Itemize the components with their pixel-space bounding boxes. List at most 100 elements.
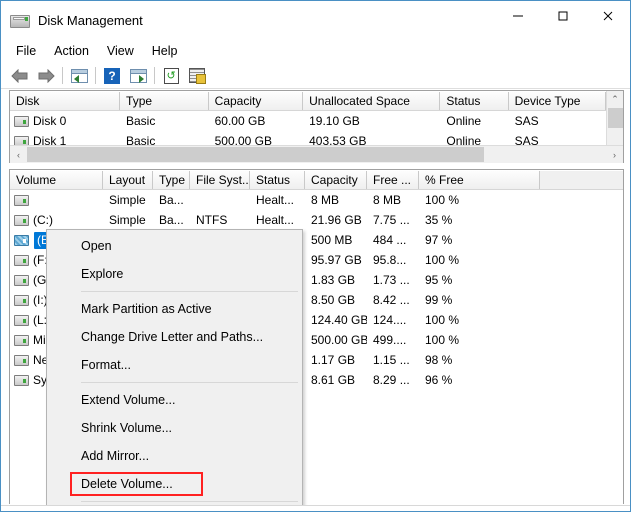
- toolbar-separator: [95, 67, 96, 84]
- volume-column-header[interactable]: Type: [153, 171, 190, 189]
- disk-column-header[interactable]: Disk: [10, 92, 121, 110]
- volume-name-cell: [10, 194, 103, 206]
- minimize-button[interactable]: [495, 1, 540, 31]
- disk-status-cell: Online: [446, 114, 482, 128]
- forward-button[interactable]: [33, 64, 59, 88]
- volume-free-cell: 1.15 ...: [373, 353, 410, 367]
- properties-button[interactable]: [184, 64, 210, 88]
- volume-percent_free-cell: 100 %: [425, 313, 460, 327]
- menu-view[interactable]: View: [99, 42, 144, 61]
- volume-status-cell: Healt...: [256, 193, 295, 207]
- volume-label: Mi: [33, 333, 46, 347]
- volume-free-cell: 499....: [373, 333, 407, 347]
- volume-label: (C:): [33, 213, 53, 227]
- volume-free-cell: 8 MB: [373, 193, 402, 207]
- menu-help[interactable]: Help: [144, 42, 188, 61]
- volume-percent_free-cell: 35 %: [425, 213, 453, 227]
- volume-icon-selected: [14, 234, 29, 246]
- volume-file_system-cell: NTFS: [196, 213, 228, 227]
- volume-column-header[interactable]: Status: [250, 171, 305, 189]
- volume-percent_free-cell: 98 %: [425, 353, 453, 367]
- volume-layout-cell: Simple: [109, 193, 146, 207]
- question-mark-icon: ?: [104, 67, 120, 84]
- menu-file[interactable]: File: [8, 42, 46, 61]
- scroll-up-icon[interactable]: ⌃: [607, 91, 624, 108]
- volume-column-header[interactable]: Layout: [103, 171, 153, 189]
- toolbar: ? ↺: [1, 63, 630, 89]
- maximize-button[interactable]: [540, 1, 585, 31]
- volume-percent_free-cell: 100 %: [425, 333, 460, 347]
- volume-column-header[interactable]: % Free: [419, 171, 540, 189]
- volume-icon: [14, 314, 29, 326]
- volume-free-cell: 7.75 ...: [373, 213, 410, 227]
- volume-icon: [14, 194, 29, 206]
- disk-column-header[interactable]: Type: [120, 92, 209, 110]
- show-hide-console-tree-button[interactable]: [66, 64, 92, 88]
- context-menu-item[interactable]: Add Mirror...: [47, 442, 302, 470]
- scroll-left-icon[interactable]: ‹: [10, 146, 27, 163]
- disk-name-cell: Disk 0: [10, 114, 120, 128]
- volume-free-cell: 1.73 ...: [373, 273, 410, 287]
- volume-percent_free-cell: 97 %: [425, 233, 453, 247]
- volume-capacity-cell: 8.50 GB: [311, 293, 356, 307]
- show-hide-action-pane-button[interactable]: [125, 64, 151, 88]
- volume-status-cell: Healt...: [256, 213, 295, 227]
- volume-capacity-cell: 8 MB: [311, 193, 340, 207]
- disk-drive-icon: [10, 13, 30, 29]
- volume-free-cell: 8.42 ...: [373, 293, 410, 307]
- disk-device_type-cell: SAS: [514, 114, 539, 128]
- context-menu-separator: [81, 291, 298, 292]
- context-menu-item[interactable]: Extend Volume...: [47, 386, 302, 414]
- disk-type-cell: Basic: [125, 114, 156, 128]
- disk-icon: [14, 115, 29, 127]
- scroll-track[interactable]: [607, 128, 624, 145]
- scroll-track[interactable]: [27, 146, 606, 163]
- disk-properties-icon: [189, 68, 206, 84]
- volume-percent_free-cell: 99 %: [425, 293, 453, 307]
- table-row[interactable]: Simple Ba... Healt... 8 MB 8 MB 100 %: [10, 190, 623, 210]
- disk-list-header: Disk Type Capacity Unallocated Space Status D…: [10, 91, 606, 111]
- context-menu-item[interactable]: Delete Volume...: [47, 470, 302, 498]
- volume-type-cell: Ba...: [159, 193, 184, 207]
- context-menu-item[interactable]: Mark Partition as Active: [47, 295, 302, 323]
- close-button[interactable]: [585, 1, 630, 31]
- volume-icon: [14, 294, 29, 306]
- volume-column-header[interactable]: Volume: [10, 171, 103, 189]
- volume-free-cell: 8.29 ...: [373, 373, 410, 387]
- volume-free-cell: 484 ...: [373, 233, 407, 247]
- volume-icon: [14, 354, 29, 366]
- disk-column-header[interactable]: Unallocated Space: [303, 92, 441, 110]
- disk-column-header[interactable]: Device Type: [508, 92, 606, 110]
- context-menu-item[interactable]: Open: [47, 232, 302, 260]
- volume-column-header[interactable]: Capacity: [305, 171, 367, 189]
- volume-name-cell: (C:): [10, 213, 103, 227]
- volume-type-cell: Ba...: [159, 213, 184, 227]
- disk-unallocated-cell: 19.10 GB: [309, 114, 360, 128]
- disk-management-window: Disk Management File Action View Help ? …: [0, 0, 631, 512]
- context-menu-item[interactable]: Change Drive Letter and Paths...: [47, 323, 302, 351]
- disk-list-horizontal-scrollbar[interactable]: ‹ ›: [10, 145, 623, 163]
- rescan-disks-button[interactable]: ↺: [158, 64, 184, 88]
- disk-column-header[interactable]: Capacity: [208, 92, 304, 110]
- scroll-thumb[interactable]: [607, 108, 623, 128]
- table-row[interactable]: Disk 0 Basic 60.00 GB 19.10 GB Online SAS: [10, 111, 606, 131]
- volume-column-header[interactable]: Free ...: [367, 171, 419, 189]
- volume-icon: [14, 374, 29, 386]
- table-row[interactable]: (C:) Simple Ba... NTFS Healt... 21.96 GB 7.75 …: [10, 210, 623, 230]
- scroll-right-icon[interactable]: ›: [606, 146, 623, 163]
- title-bar: Disk Management: [1, 1, 630, 40]
- volume-capacity-cell: 500 MB: [311, 233, 353, 247]
- context-menu-item[interactable]: Explore: [47, 260, 302, 288]
- menu-action[interactable]: Action: [46, 42, 99, 61]
- volume-column-header[interactable]: File Syst...: [190, 171, 250, 189]
- back-button[interactable]: [7, 64, 33, 88]
- context-menu-item[interactable]: Format...: [47, 351, 302, 379]
- volume-free-cell: 95.8...: [373, 253, 407, 267]
- disk-column-header[interactable]: Status: [440, 92, 509, 110]
- menu-bar: File Action View Help: [1, 40, 630, 63]
- context-menu-separator: [81, 501, 298, 502]
- context-menu-item[interactable]: Shrink Volume...: [47, 414, 302, 442]
- help-button[interactable]: ?: [99, 64, 125, 88]
- volume-percent_free-cell: 96 %: [425, 373, 453, 387]
- scroll-thumb[interactable]: [27, 147, 485, 162]
